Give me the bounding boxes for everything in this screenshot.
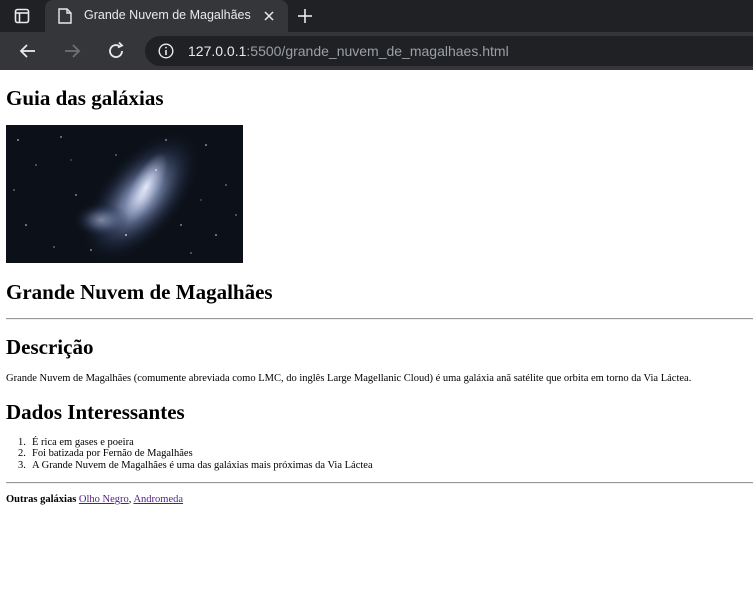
list-number: 1. — [18, 437, 26, 448]
url-text[interactable]: 127.0.0.1:5500/grande_nuvem_de_magalhaes… — [188, 43, 509, 59]
active-tab[interactable]: Grande Nuvem de Magalhães — [45, 0, 288, 32]
list-item: 2. Foi batizada por Fernão de Magalhães — [18, 448, 373, 459]
tab-bar: Grande Nuvem de Magalhães — [0, 0, 753, 32]
galaxy-title: Grande Nuvem de Magalhães — [6, 280, 273, 304]
new-tab-icon[interactable] — [297, 8, 313, 24]
address-bar[interactable]: 127.0.0.1:5500/grande_nuvem_de_magalhaes… — [145, 36, 753, 66]
other-galaxies: Outras galáxias Olho Negro, Andromeda — [6, 494, 183, 505]
back-arrow-icon[interactable] — [18, 41, 38, 61]
close-icon[interactable] — [263, 10, 275, 22]
facts-list: 1. É rica em gases e poeira 2. Foi batizad… — [18, 437, 373, 471]
tab-search-icon[interactable] — [14, 8, 30, 24]
list-number: 2. — [18, 448, 26, 460]
document-icon — [58, 8, 72, 24]
list-text: É rica em gases e poeira — [32, 437, 134, 448]
tab-title: Grande Nuvem de Magalhães — [84, 8, 251, 22]
list-item: 1. É rica em gases e poeira — [18, 437, 373, 448]
other-galaxies-label: Outras galáxias — [6, 494, 77, 505]
link-andromeda[interactable]: Andromeda — [133, 494, 183, 505]
url-path: :5500/grande_nuvem_de_magalhaes.html — [246, 43, 509, 59]
divider — [6, 318, 753, 320]
info-icon[interactable] — [158, 43, 174, 59]
list-item: 3. A Grande Nuvem de Magalhães é uma das … — [18, 460, 373, 471]
divider — [6, 482, 753, 484]
list-text: Foi batizada por Fernão de Magalhães — [32, 448, 193, 460]
page-content: Guia das galáxias Grande Nuvem de Magalh… — [0, 70, 753, 601]
galaxy-image — [6, 125, 243, 263]
browser-toolbar: 127.0.0.1:5500/grande_nuvem_de_magalhaes… — [0, 32, 753, 70]
list-number: 3. — [18, 459, 26, 471]
facts-heading: Dados Interessantes — [6, 400, 185, 424]
list-text: A Grande Nuvem de Magalhães é uma das ga… — [32, 459, 373, 471]
url-host: 127.0.0.1 — [188, 43, 247, 59]
site-title: Guia das galáxias — [6, 86, 164, 110]
description-heading: Descrição — [6, 335, 94, 359]
link-olho-negro[interactable]: Olho Negro — [79, 494, 129, 505]
reload-icon[interactable] — [106, 41, 126, 61]
description-text: Grande Nuvem de Magalhães (comumente abr… — [6, 373, 692, 384]
forward-arrow-icon[interactable] — [62, 41, 82, 61]
